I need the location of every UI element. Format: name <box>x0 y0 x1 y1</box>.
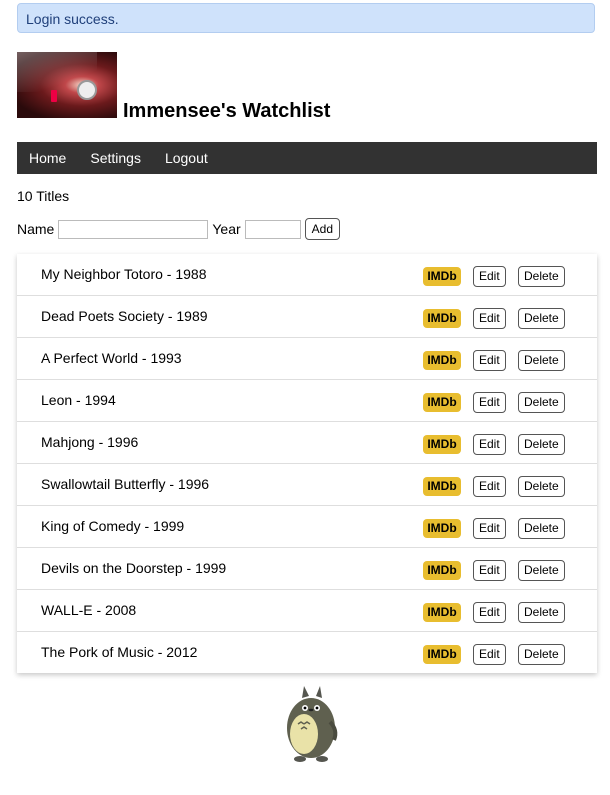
year-input[interactable] <box>244 219 301 239</box>
edit-button[interactable]: Edit <box>473 434 506 455</box>
delete-button[interactable]: Delete <box>518 392 565 413</box>
year-label: Year <box>212 221 241 237</box>
add-button[interactable]: Add <box>304 218 341 240</box>
movie-list: My Neighbor Totoro - 1988 IMDb Edit Dele… <box>17 254 597 673</box>
edit-button[interactable]: Edit <box>473 560 506 581</box>
edit-button[interactable]: Edit <box>473 476 506 497</box>
list-item: Leon - 1994 IMDb Edit Delete <box>17 380 597 422</box>
delete-button[interactable]: Delete <box>518 350 565 371</box>
movie-title: Swallowtail Butterfly - 1996 <box>41 476 210 492</box>
list-item: Devils on the Doorstep - 1999 IMDb Edit … <box>17 548 597 590</box>
list-item: WALL-E - 2008 IMDb Edit Delete <box>17 590 597 632</box>
name-label: Name <box>17 221 55 237</box>
movie-title: My Neighbor Totoro - 1988 <box>41 266 207 282</box>
list-item: Swallowtail Butterfly - 1996 IMDb Edit D… <box>17 464 597 506</box>
imdb-link[interactable]: IMDb <box>423 435 461 454</box>
titles-count: 10 Titles <box>17 188 70 204</box>
delete-button[interactable]: Delete <box>518 266 565 287</box>
page-title: Immensee's Watchlist <box>123 100 331 122</box>
imdb-link[interactable]: IMDb <box>423 309 461 328</box>
imdb-link[interactable]: IMDb <box>423 477 461 496</box>
totoro-icon <box>287 686 338 762</box>
delete-button[interactable]: Delete <box>518 560 565 581</box>
movie-title: Dead Poets Society - 1989 <box>41 308 208 324</box>
delete-button[interactable]: Delete <box>518 644 565 665</box>
movie-title: Leon - 1994 <box>41 392 116 408</box>
delete-button[interactable]: Delete <box>518 434 565 455</box>
imdb-link[interactable]: IMDb <box>423 519 461 538</box>
list-item: Dead Poets Society - 1989 IMDb Edit Dele… <box>17 296 597 338</box>
imdb-link[interactable]: IMDb <box>423 603 461 622</box>
imdb-link[interactable]: IMDb <box>423 561 461 580</box>
movie-title: WALL-E - 2008 <box>41 602 137 618</box>
imdb-link[interactable]: IMDb <box>423 645 461 664</box>
list-item: A Perfect World - 1993 IMDb Edit Delete <box>17 338 597 380</box>
edit-button[interactable]: Edit <box>473 602 506 623</box>
list-item: The Pork of Music - 2012 IMDb Edit Delet… <box>17 632 597 673</box>
nav-home[interactable]: Home <box>17 142 78 174</box>
delete-button[interactable]: Delete <box>518 518 565 539</box>
projector-logo-image <box>17 52 117 118</box>
imdb-link[interactable]: IMDb <box>423 267 461 286</box>
movie-title: Mahjong - 1996 <box>41 434 139 450</box>
projector-lens <box>77 80 97 100</box>
name-input[interactable] <box>58 219 209 239</box>
list-item: My Neighbor Totoro - 1988 IMDb Edit Dele… <box>17 254 597 296</box>
movie-title: Devils on the Doorstep - 1999 <box>41 560 227 576</box>
navbar: Home Settings Logout <box>17 142 597 174</box>
imdb-link[interactable]: IMDb <box>423 393 461 412</box>
nav-logout[interactable]: Logout <box>153 142 220 174</box>
edit-button[interactable]: Edit <box>473 266 506 287</box>
delete-button[interactable]: Delete <box>518 602 565 623</box>
movie-title: King of Comedy - 1999 <box>41 518 185 534</box>
movie-title: The Pork of Music - 2012 <box>41 644 198 660</box>
edit-button[interactable]: Edit <box>473 350 506 371</box>
list-item: King of Comedy - 1999 IMDb Edit Delete <box>17 506 597 548</box>
edit-button[interactable]: Edit <box>473 518 506 539</box>
edit-button[interactable]: Edit <box>473 392 506 413</box>
imdb-link[interactable]: IMDb <box>423 351 461 370</box>
delete-button[interactable]: Delete <box>518 476 565 497</box>
login-alert: Login success. <box>17 3 595 33</box>
delete-button[interactable]: Delete <box>518 308 565 329</box>
list-item: Mahjong - 1996 IMDb Edit Delete <box>17 422 597 464</box>
add-movie-form: Name Year Add <box>17 218 341 240</box>
edit-button[interactable]: Edit <box>473 644 506 665</box>
exit-sign <box>51 90 57 102</box>
movie-title: A Perfect World - 1993 <box>41 350 182 366</box>
nav-settings[interactable]: Settings <box>78 142 153 174</box>
edit-button[interactable]: Edit <box>473 308 506 329</box>
